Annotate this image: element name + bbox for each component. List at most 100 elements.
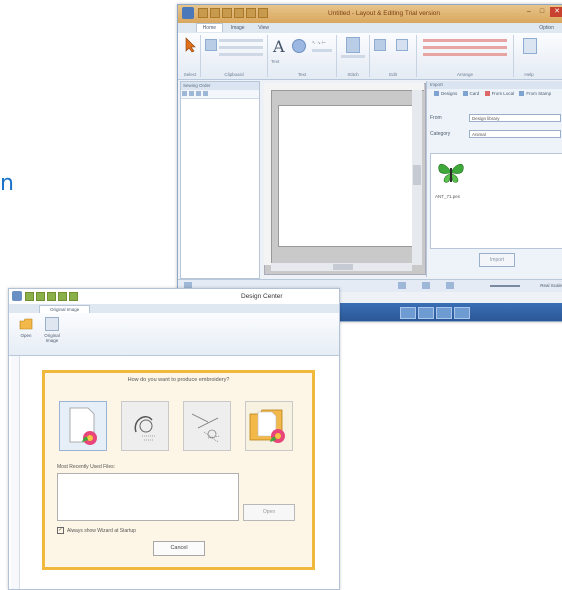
import-panel-title: Import [427, 81, 562, 89]
category-select[interactable]: Animal [469, 130, 561, 138]
print-icon[interactable] [258, 8, 268, 18]
option-from-stamp[interactable]: From Stamp [526, 91, 551, 96]
paste-icon[interactable] [205, 39, 217, 51]
vertical-scrollbar[interactable] [412, 90, 422, 265]
real-scale-label[interactable]: Real Scale [540, 283, 562, 288]
startup-checkbox-row[interactable]: ✓ Always show Wizard at Startup [57, 527, 136, 534]
zoom-icon[interactable] [422, 282, 430, 289]
ribbon-group-label: Select [183, 72, 197, 77]
new-icon[interactable] [25, 292, 34, 301]
app-icon[interactable] [12, 291, 22, 301]
from-label: From [430, 115, 442, 121]
text-tool-icon[interactable]: A [273, 37, 285, 56]
tool-icon[interactable] [189, 91, 194, 96]
ribbon-group-help: Help [514, 35, 544, 77]
undo-icon[interactable] [58, 292, 67, 301]
select-arrow-icon[interactable] [184, 37, 196, 53]
import-panel: Import Designs Card From Local From Stam… [426, 81, 562, 277]
arrange-option[interactable] [423, 53, 507, 56]
scroll-thumb[interactable] [333, 264, 353, 270]
open-button[interactable]: Open [15, 317, 37, 338]
option-line-image[interactable] [121, 401, 169, 451]
zoom-in-icon[interactable] [446, 282, 454, 289]
option-card[interactable]: Card [470, 91, 480, 96]
option-from-local[interactable]: From Local [492, 91, 515, 96]
option-figure-handle[interactable] [183, 401, 231, 451]
taskbar-app-icon[interactable] [418, 307, 434, 319]
side-strip [11, 356, 20, 589]
option-original-image[interactable] [59, 401, 107, 451]
radio-icon[interactable] [484, 91, 490, 97]
taskbar-app-icon[interactable] [454, 307, 470, 319]
open-pem-file-icon [249, 409, 285, 443]
zoom-slider[interactable] [490, 285, 520, 287]
startup-wizard: How do you want to produce embroidery? M… [42, 370, 315, 570]
maximize-icon[interactable]: □ [537, 7, 547, 17]
redo-icon[interactable] [246, 8, 256, 18]
tab-image[interactable]: Image [225, 24, 251, 32]
title-bar: Untitled - Layout & Editing Trial versio… [178, 5, 562, 23]
tool-option[interactable] [312, 49, 332, 52]
stitch-button-label [341, 55, 365, 58]
tab-view[interactable]: View [252, 24, 275, 32]
radio-icon[interactable] [519, 91, 525, 97]
tool-icon[interactable] [203, 91, 208, 96]
arrange-option[interactable] [423, 39, 507, 42]
radio-icon[interactable] [462, 91, 468, 97]
stitch-icon[interactable] [346, 37, 360, 53]
ribbon-group-select: Select [180, 35, 201, 77]
ribbon: Open Original Image [9, 313, 339, 356]
checkbox-icon[interactable]: ✓ [57, 527, 64, 534]
new-icon[interactable] [198, 8, 208, 18]
redo-icon[interactable] [69, 292, 78, 301]
open-icon[interactable] [36, 292, 45, 301]
zoom-out-icon[interactable] [398, 282, 406, 289]
tab-home[interactable]: Home [195, 23, 224, 32]
scroll-thumb[interactable] [413, 165, 421, 185]
cancel-button[interactable]: Cancel [153, 541, 205, 556]
taskbar-app-icon[interactable] [400, 307, 416, 319]
shapes-icon[interactable] [292, 39, 306, 53]
app-icon[interactable] [182, 7, 194, 19]
option-designs[interactable]: Designs [441, 91, 457, 96]
from-select[interactable]: Design library [469, 114, 561, 122]
ribbon-group-label: Stitch [347, 72, 359, 77]
line-image-icon [134, 416, 156, 441]
open-icon[interactable] [210, 8, 220, 18]
arrange-option[interactable] [423, 46, 507, 49]
ribbon: Select Clipboard A Text ↖ ↘ ⊢ Text Stitc… [178, 33, 562, 80]
mru-label: Most Recently Used Files: [57, 464, 116, 470]
undo-icon[interactable] [234, 8, 244, 18]
horizontal-ruler [264, 83, 424, 91]
horizontal-scrollbar[interactable] [271, 263, 412, 271]
sewing-order-panel: Sewing Order [180, 81, 260, 279]
embroidery-hoop-area[interactable] [278, 105, 414, 247]
tool-icon[interactable] [196, 91, 201, 96]
window-title: Untitled - Layout & Editing Trial versio… [328, 10, 440, 17]
save-icon[interactable] [47, 292, 56, 301]
close-icon[interactable]: ✕ [550, 7, 562, 17]
original-image-button[interactable]: Original Image [41, 317, 63, 343]
option-open-pem-file[interactable] [245, 401, 293, 451]
panel-toolbar [181, 90, 259, 99]
edit-points-icon[interactable] [374, 39, 386, 51]
mru-file-list[interactable] [57, 473, 239, 521]
ribbon-group-clipboard: Clipboard [201, 35, 268, 77]
option-menu[interactable]: Option [533, 24, 560, 32]
panel-title: Sewing Order [181, 82, 259, 90]
edit-icon[interactable] [396, 39, 408, 51]
ribbon-group-label: Edit [389, 72, 397, 77]
taskbar-app-icon[interactable] [436, 307, 452, 319]
delete-button[interactable] [219, 53, 263, 56]
copy-button[interactable] [219, 46, 263, 49]
radio-icon[interactable] [434, 91, 439, 97]
tool-icon[interactable] [182, 91, 187, 96]
minimize-icon[interactable]: – [524, 7, 534, 17]
open-file-button[interactable]: Open [243, 504, 295, 521]
help-icon[interactable] [523, 38, 537, 54]
stitch-tool-icon[interactable]: ↖ ↘ ⊢ [312, 40, 326, 46]
import-button[interactable]: Import [479, 253, 515, 267]
butterfly-design-icon[interactable] [437, 160, 465, 186]
cut-button[interactable] [219, 39, 263, 42]
save-icon[interactable] [222, 8, 232, 18]
